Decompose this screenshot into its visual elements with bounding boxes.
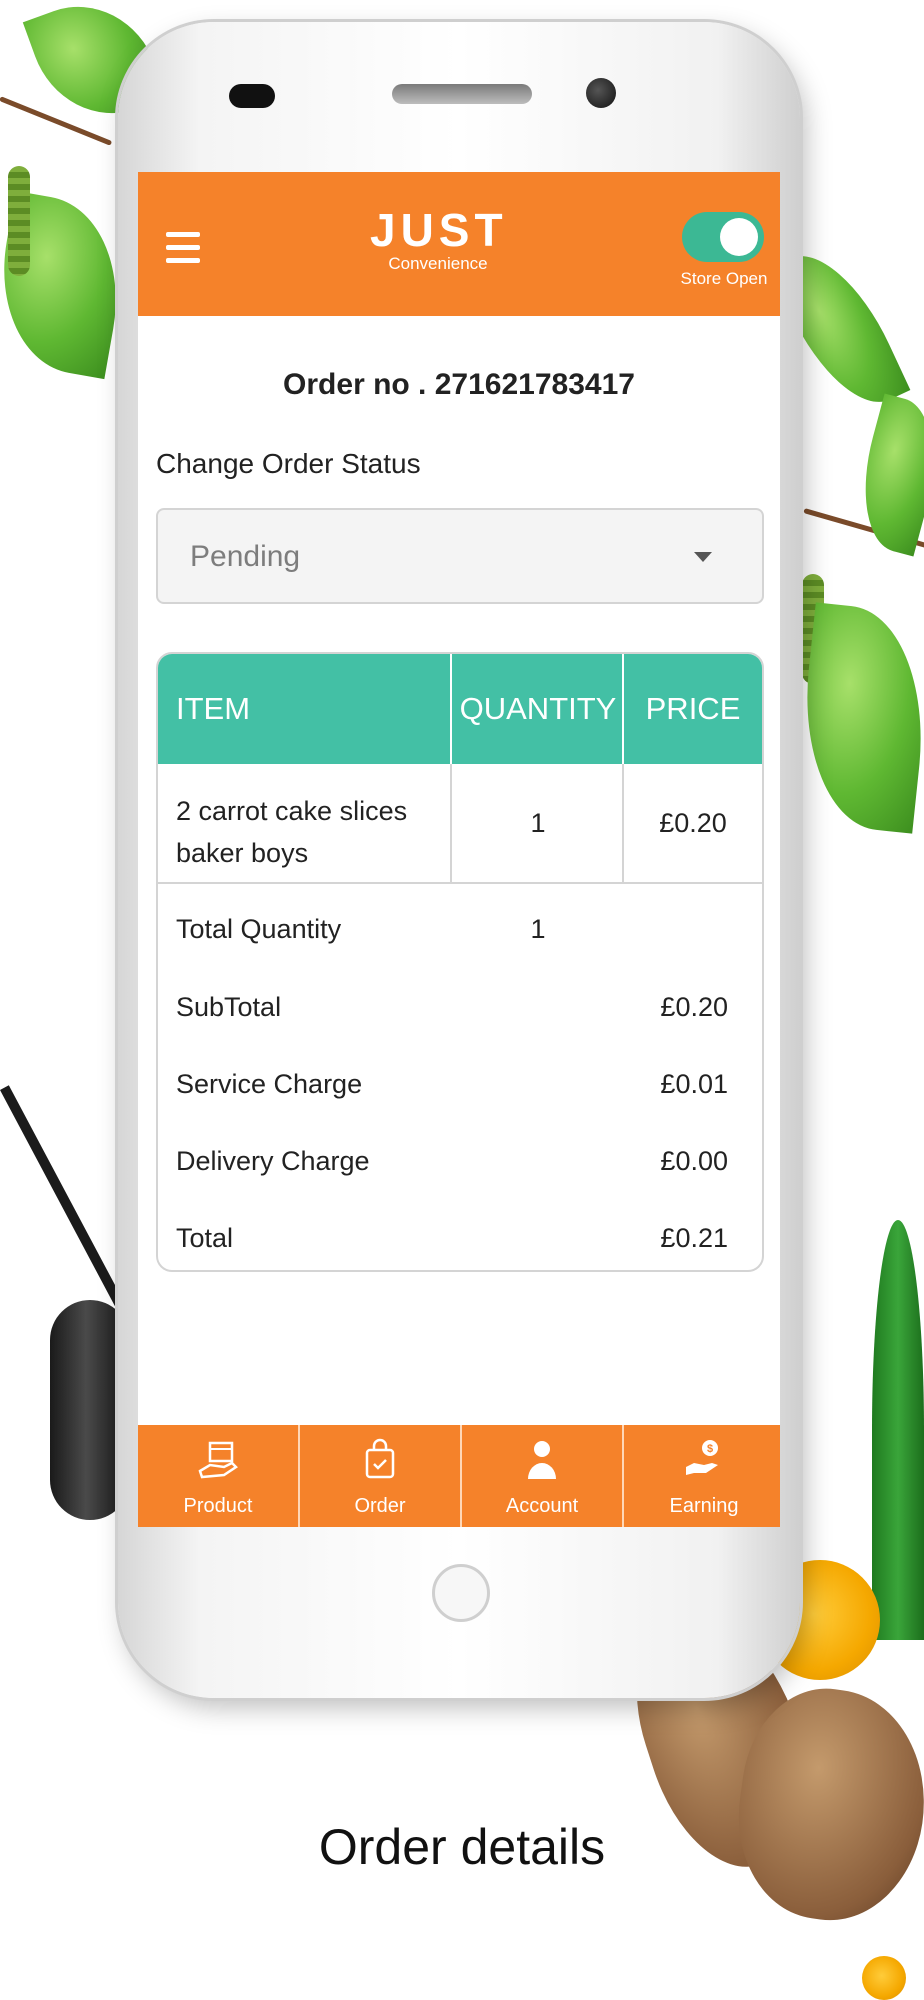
total-label: Total xyxy=(176,1223,234,1253)
item-quantity: 1 xyxy=(530,808,546,838)
store-open-toggle[interactable] xyxy=(682,212,764,262)
toggle-knob xyxy=(720,218,758,256)
service-charge-label: Service Charge xyxy=(176,1069,363,1099)
nav-product-label: Product xyxy=(183,1495,253,1517)
header-price: PRICE xyxy=(645,691,741,726)
logo-main-text: JUST xyxy=(370,204,508,256)
svg-text:$: $ xyxy=(707,1443,713,1455)
app-header: JUST Convenience Store Open xyxy=(138,172,780,316)
order-items-table: ITEM QUANTITY PRICE 2 carrot cake slices… xyxy=(156,652,764,1272)
logo-sub-text: Convenience xyxy=(388,254,488,273)
change-status-label: Change Order Status xyxy=(156,448,421,479)
nav-account[interactable]: Account xyxy=(462,1425,622,1527)
front-sensor xyxy=(229,84,275,108)
store-toggle-label: Store Open xyxy=(680,269,768,288)
delivery-charge-value: £0.00 xyxy=(660,1146,728,1176)
user-icon xyxy=(528,1441,556,1479)
item-name: 2 carrot cake slices baker boys xyxy=(176,796,408,868)
table-header: ITEM QUANTITY PRICE xyxy=(158,654,762,764)
product-box-icon xyxy=(198,1441,238,1479)
shopping-bag-icon xyxy=(365,1438,395,1479)
order-status-dropdown[interactable]: Pending xyxy=(156,508,764,604)
row-divider xyxy=(158,882,762,884)
dropdown-arrow-icon xyxy=(694,552,712,562)
order-number-title: Order no . 271621783417 xyxy=(283,368,635,401)
nav-account-label: Account xyxy=(505,1495,579,1517)
nav-order-label: Order xyxy=(354,1495,406,1517)
nav-earning[interactable]: $ Earning xyxy=(624,1425,780,1527)
hamburger-menu-icon[interactable] xyxy=(166,232,200,266)
total-quantity-value: 1 xyxy=(530,914,546,944)
header-item: ITEM xyxy=(176,691,251,726)
total-value: £0.21 xyxy=(660,1223,728,1253)
service-charge-value: £0.01 xyxy=(660,1069,728,1099)
nav-order[interactable]: Order xyxy=(300,1425,460,1527)
total-quantity-label: Total Quantity xyxy=(176,914,342,944)
status-selected-value: Pending xyxy=(190,540,301,573)
screenshot-caption: Order details xyxy=(318,1819,606,1875)
delivery-charge-label: Delivery Charge xyxy=(176,1146,370,1176)
front-camera xyxy=(586,78,616,108)
home-button[interactable] xyxy=(432,1564,490,1622)
nav-earning-label: Earning xyxy=(669,1495,739,1517)
nav-product[interactable]: Product xyxy=(138,1425,298,1527)
item-price: £0.20 xyxy=(659,808,727,838)
app-screen: JUST Convenience Store Open Order no . 2… xyxy=(138,172,780,1527)
app-logo: JUST Convenience xyxy=(370,206,506,274)
bottom-navigation: Product Order Account $ Earning xyxy=(138,1425,780,1527)
earning-hand-icon: $ xyxy=(686,1440,718,1475)
header-quantity: QUANTITY xyxy=(459,691,617,726)
earpiece-speaker xyxy=(392,84,532,104)
subtotal-label: SubTotal xyxy=(176,992,282,1022)
subtotal-value: £0.20 xyxy=(660,992,728,1022)
